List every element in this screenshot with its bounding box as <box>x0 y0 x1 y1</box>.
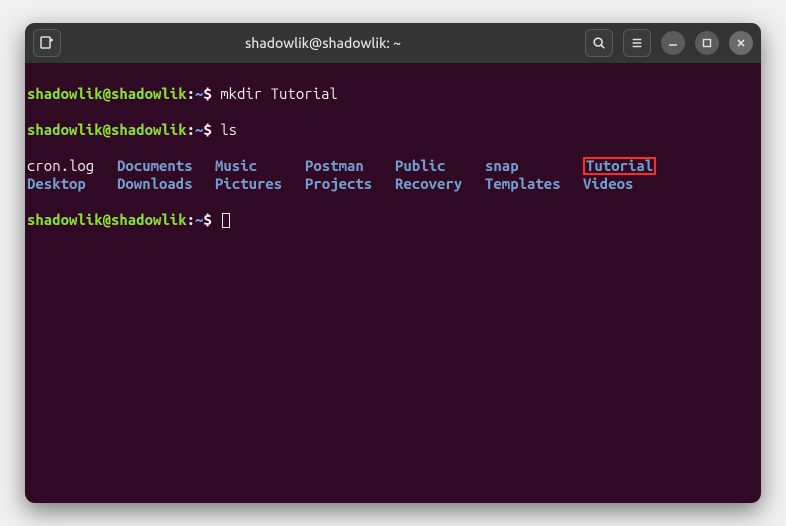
prompt-user-host: shadowlik@shadowlik <box>27 85 187 102</box>
prompt-symbol: $ <box>203 211 211 228</box>
command-text: mkdir Tutorial <box>220 85 338 102</box>
ls-item-dir: Projects <box>305 175 395 193</box>
ls-item-dir: Pictures <box>215 175 305 193</box>
ls-output: cron.logDocumentsMusicPostmanPublicsnapT… <box>27 157 759 193</box>
command-text: ls <box>220 121 237 138</box>
maximize-button[interactable] <box>695 31 719 55</box>
titlebar: shadowlik@shadowlik: ~ <box>25 23 761 63</box>
ls-item-dir: Public <box>395 157 485 175</box>
ls-item-dir: snap <box>485 157 583 175</box>
ls-item-dir: Recovery <box>395 175 485 193</box>
window-title: shadowlik@shadowlik: ~ <box>69 35 577 51</box>
hamburger-menu-button[interactable] <box>623 29 651 57</box>
prompt-symbol: $ <box>203 85 211 102</box>
terminal-window: shadowlik@shadowlik: ~ <box>25 23 761 503</box>
prompt-separator: : <box>187 211 195 228</box>
prompt-separator: : <box>187 85 195 102</box>
ls-item-dir: Postman <box>305 157 395 175</box>
ls-item-file: cron.log <box>27 157 117 175</box>
terminal-line: shadowlik@shadowlik:~$ mkdir Tutorial <box>27 85 759 103</box>
ls-item-dir: Videos <box>583 175 759 193</box>
terminal-line: shadowlik@shadowlik:~$ <box>27 211 759 229</box>
search-button[interactable] <box>585 29 613 57</box>
prompt-user-host: shadowlik@shadowlik <box>27 211 187 228</box>
close-button[interactable] <box>729 31 753 55</box>
ls-item-dir: Music <box>215 157 305 175</box>
ls-item-dir: Downloads <box>117 175 215 193</box>
ls-item-dir: Desktop <box>27 175 117 193</box>
ls-item-dir: Templates <box>485 175 583 193</box>
ls-item-dir: Documents <box>117 157 215 175</box>
terminal-body[interactable]: shadowlik@shadowlik:~$ mkdir Tutorial sh… <box>25 63 761 503</box>
terminal-line: shadowlik@shadowlik:~$ ls <box>27 121 759 139</box>
minimize-button[interactable] <box>661 31 685 55</box>
ls-item-highlighted: Tutorial <box>583 157 759 175</box>
new-tab-button[interactable] <box>33 29 61 57</box>
prompt-symbol: $ <box>203 121 211 138</box>
prompt-separator: : <box>187 121 195 138</box>
cursor <box>222 213 230 228</box>
prompt-user-host: shadowlik@shadowlik <box>27 121 187 138</box>
